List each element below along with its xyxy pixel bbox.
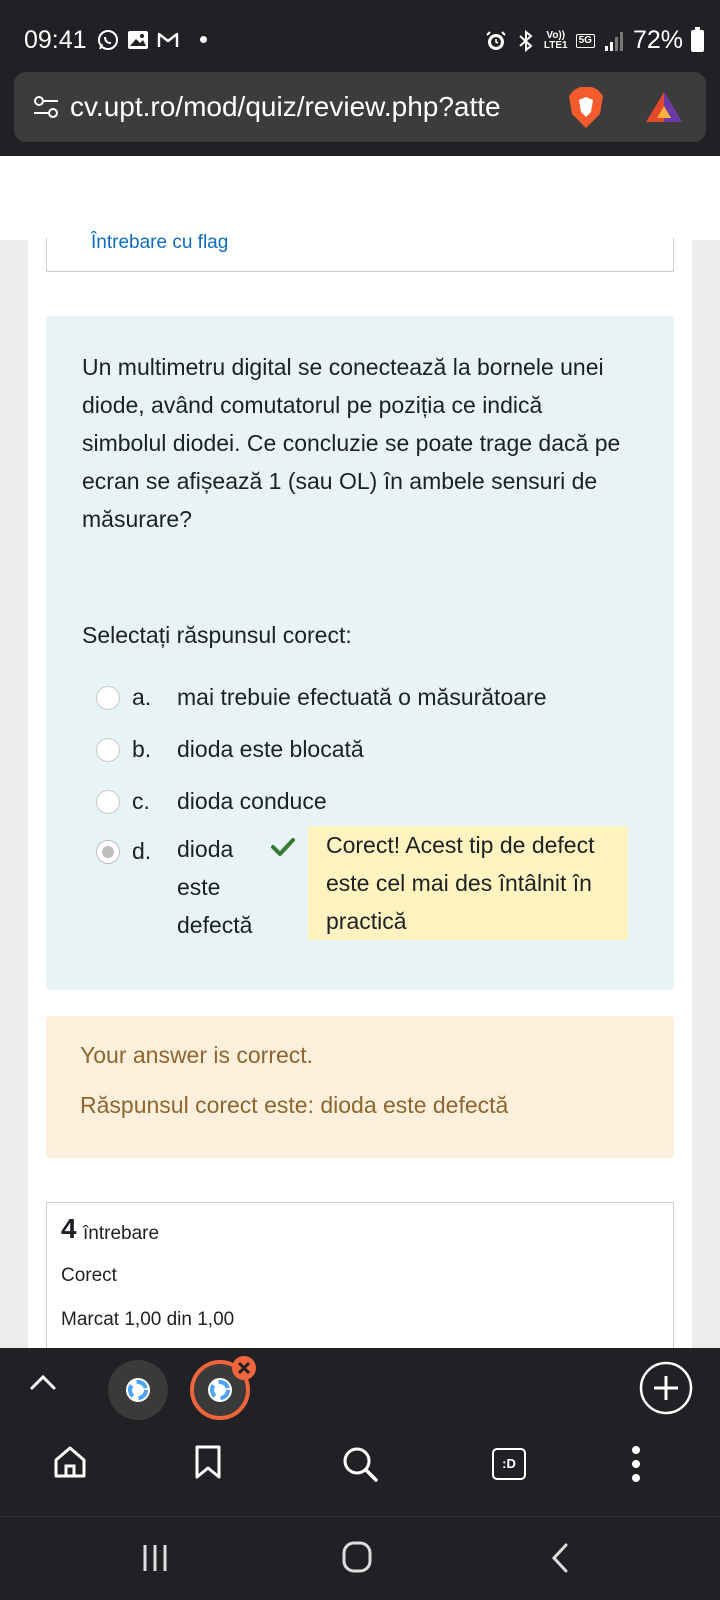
gallery-icon xyxy=(128,31,148,49)
browser-url-area: cv.upt.ro/mod/quiz/review.php?atte xyxy=(0,70,720,156)
option-feedback-text: Corect! Acest tip de defect este cel mai… xyxy=(326,832,595,934)
menu-icon[interactable] xyxy=(628,1444,644,1484)
outcome-box: Your answer is correct. Răspunsul corect… xyxy=(46,1016,674,1158)
battery-percent: 72% xyxy=(632,26,683,54)
option-a-radio xyxy=(96,686,120,710)
back-icon[interactable] xyxy=(548,1541,572,1575)
new-tab-icon[interactable] xyxy=(638,1360,694,1416)
home-nav-icon[interactable] xyxy=(340,1539,374,1575)
option-b-radio xyxy=(96,738,120,762)
status-bar: 09:41 Vo)) LTE1 5G 72% xyxy=(0,0,720,70)
option-a-letter: a. xyxy=(132,684,152,710)
correct-check-icon xyxy=(271,838,295,856)
gmail-icon xyxy=(157,32,179,47)
status-right: Vo)) LTE1 5G 72% xyxy=(484,26,704,55)
chevron-up-icon[interactable] xyxy=(28,1372,58,1392)
address-bar[interactable]: cv.upt.ro/mod/quiz/review.php?atte xyxy=(14,72,706,142)
option-d-letter: d. xyxy=(132,838,152,864)
flag-question-box[interactable]: Întrebare cu flag xyxy=(46,232,674,272)
option-b-letter: b. xyxy=(132,736,152,762)
tab-switcher-button[interactable]: :D xyxy=(492,1448,526,1480)
question-status: Corect xyxy=(61,1265,117,1286)
bluetooth-icon xyxy=(519,29,533,52)
brave-rewards-icon[interactable] xyxy=(644,90,684,124)
outcome-correct: Your answer is correct. xyxy=(80,1042,314,1068)
notification-icons xyxy=(96,28,180,52)
option-d-text: dioda este defectă xyxy=(177,836,253,938)
notification-dot xyxy=(200,36,207,43)
tab-thumbnail-1[interactable] xyxy=(108,1360,168,1420)
option-feedback: Corect! Acest tip de defect este cel mai… xyxy=(308,826,628,940)
answer-prompt: Selectați răspunsul corect: xyxy=(82,622,352,648)
system-nav-bar xyxy=(0,1516,720,1600)
signal-icon xyxy=(604,31,623,51)
battery-icon xyxy=(691,26,704,52)
tab-thumbnail-active[interactable] xyxy=(190,1356,260,1420)
status-time: 09:41 xyxy=(24,26,87,54)
option-b-text: dioda este blocată xyxy=(177,736,364,762)
browser-toolbar: :D xyxy=(0,1420,720,1516)
tab-strip xyxy=(0,1348,720,1420)
page-content: Întrebare cu flag Un multimetru digital … xyxy=(0,156,720,1348)
site-settings-icon[interactable] xyxy=(32,94,60,120)
right-margin xyxy=(692,240,720,1348)
option-c-letter: c. xyxy=(132,788,150,814)
url-text[interactable]: cv.upt.ro/mod/quiz/review.php?atte xyxy=(70,91,560,123)
option-d-radio xyxy=(96,840,120,864)
search-icon[interactable] xyxy=(340,1444,380,1484)
question-box: Un multimetru digital se conectează la b… xyxy=(46,316,674,990)
right-answer: Răspunsul corect este: dioda este defect… xyxy=(80,1092,509,1118)
flag-question-link[interactable]: Întrebare cu flag xyxy=(91,232,228,254)
brave-shields-icon[interactable] xyxy=(566,86,606,130)
option-c-text: dioda conduce xyxy=(177,788,327,814)
bookmark-icon[interactable] xyxy=(192,1444,224,1480)
option-a-text: mai trebuie efectuată o măsurătoare xyxy=(177,684,547,710)
home-icon[interactable] xyxy=(52,1444,88,1480)
question-word: întrebare xyxy=(83,1223,160,1244)
next-question-info: 4 întrebare Corect Marcat 1,00 din 1,00 xyxy=(46,1202,674,1348)
question-text: Un multimetru digital se conectează la b… xyxy=(82,354,621,532)
left-margin xyxy=(0,240,28,1348)
question-mark: Marcat 1,00 din 1,00 xyxy=(61,1309,235,1330)
network-5g: 5G xyxy=(575,33,595,48)
alarm-icon xyxy=(486,30,506,50)
network-type: Vo)) LTE1 xyxy=(543,29,568,51)
question-number: 4 xyxy=(61,1213,77,1244)
option-c-radio xyxy=(96,790,120,814)
whatsapp-icon xyxy=(98,30,118,50)
recent-apps-icon[interactable] xyxy=(140,1541,170,1575)
